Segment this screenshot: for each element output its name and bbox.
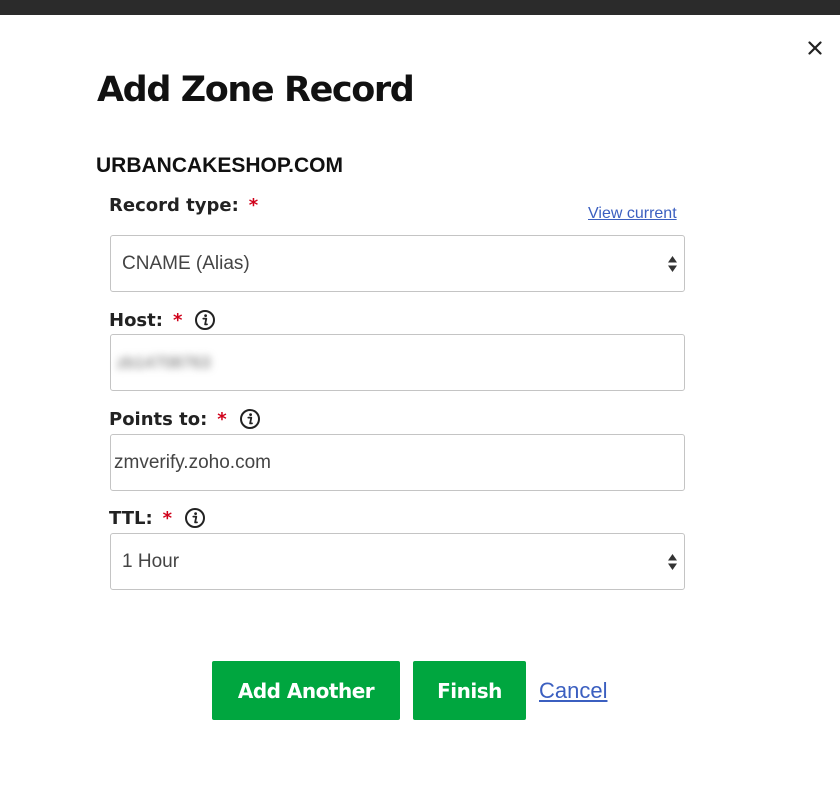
cancel-link[interactable]: Cancel	[539, 678, 607, 704]
select-arrows-icon	[668, 255, 677, 272]
required-mark: *	[248, 195, 259, 216]
host-value: zb14708763	[117, 352, 211, 372]
info-icon[interactable]	[239, 408, 261, 430]
record-type-label: Record type:	[109, 195, 239, 216]
record-type-selected: CNAME (Alias)	[122, 252, 250, 274]
add-another-button[interactable]: Add Another	[212, 661, 400, 720]
required-mark: *	[217, 408, 227, 430]
dialog-title: Add Zone Record	[97, 70, 415, 110]
ttl-label: TTL:	[109, 507, 153, 529]
host-label-row: Host: *	[109, 309, 216, 331]
points-to-value: zmverify.zoho.com	[114, 451, 271, 473]
close-button[interactable]	[803, 36, 827, 60]
ttl-selected: 1 Hour	[122, 550, 180, 572]
domain-name: URBANCAKESHOP.COM	[96, 154, 343, 177]
top-bar	[0, 0, 840, 15]
close-icon	[808, 41, 822, 55]
host-input[interactable]: zb14708763	[110, 334, 685, 391]
required-mark: *	[172, 309, 183, 331]
host-label: Host:	[109, 309, 163, 331]
ttl-label-row: TTL: *	[109, 507, 206, 529]
info-icon[interactable]	[194, 309, 216, 331]
ttl-select[interactable]: 1 Hour	[110, 533, 685, 590]
points-to-input[interactable]: zmverify.zoho.com	[110, 434, 685, 491]
points-to-label: Points to:	[109, 408, 208, 430]
points-to-label-row: Points to: *	[109, 408, 261, 430]
view-current-link[interactable]: View current	[588, 205, 677, 223]
required-mark: *	[162, 507, 173, 529]
finish-button[interactable]: Finish	[413, 661, 526, 720]
info-icon[interactable]	[184, 507, 206, 529]
select-arrows-icon	[668, 553, 677, 570]
record-type-select[interactable]: CNAME (Alias)	[110, 235, 685, 292]
record-type-label-row: Record type: *	[109, 195, 258, 216]
